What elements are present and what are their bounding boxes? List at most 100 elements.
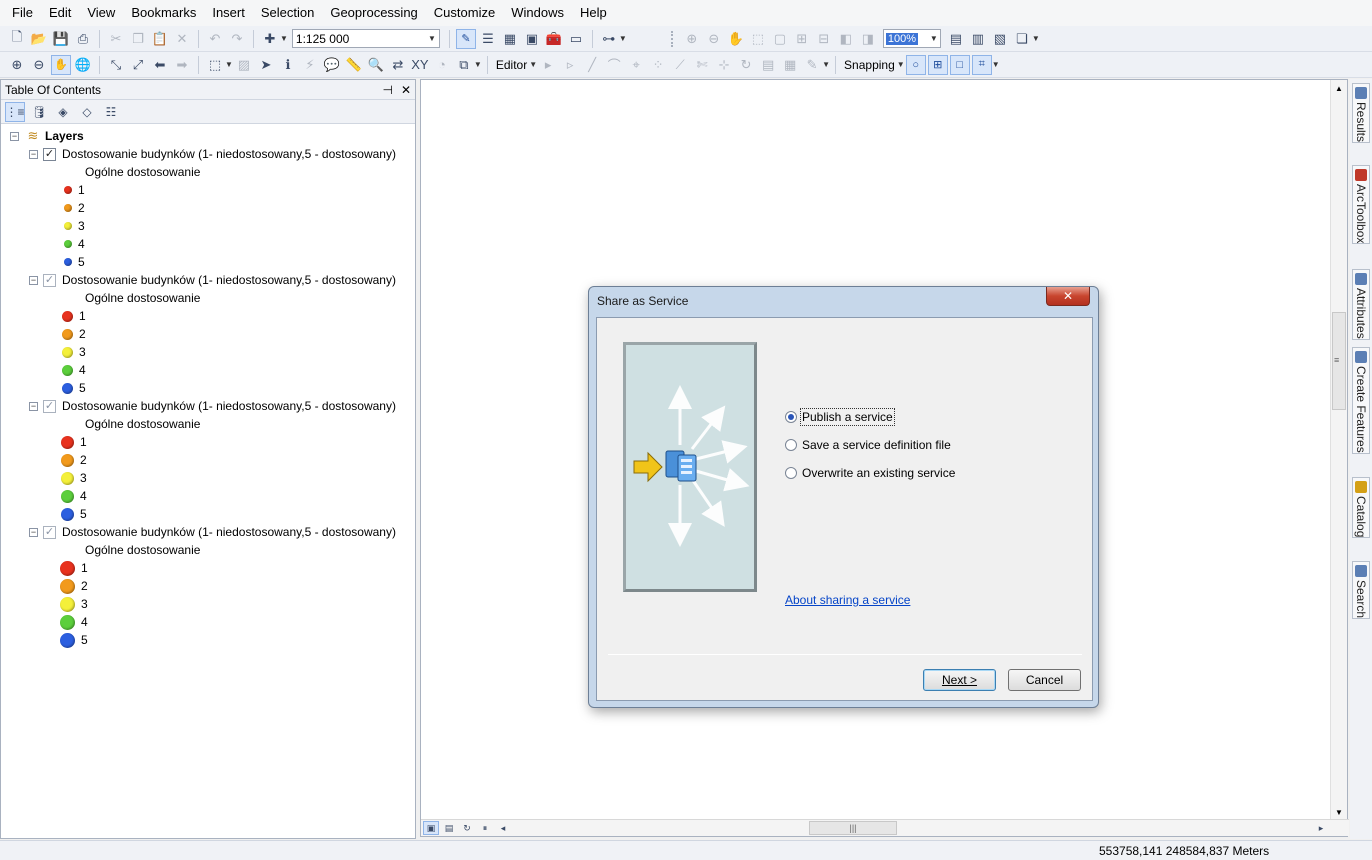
legend-class-item[interactable]: 2 bbox=[60, 577, 88, 595]
layer-visibility-checkbox[interactable]: ✓ bbox=[43, 147, 56, 161]
print-icon[interactable]: ⎙ bbox=[73, 29, 93, 49]
full-extent-icon[interactable]: 🌐 bbox=[73, 55, 93, 75]
reshape-feature-icon[interactable]: ⟋ bbox=[670, 55, 690, 75]
zoom-in-icon[interactable]: ⊕ bbox=[7, 55, 27, 75]
change-layout-icon[interactable]: ▧ bbox=[990, 29, 1010, 49]
attributes-icon[interactable]: ▤ bbox=[758, 55, 778, 75]
map-vertical-scrollbar[interactable]: ▲ ≡ ▼ bbox=[1330, 80, 1347, 820]
scroll-left-icon[interactable]: ◂ bbox=[495, 821, 511, 835]
toggle-draft-mode-icon[interactable]: ▤ bbox=[946, 29, 966, 49]
layer-row[interactable]: − ✓ Dostosowanie budynków (1- niedostosowa… bbox=[29, 145, 396, 163]
collapse-icon[interactable]: − bbox=[29, 275, 38, 285]
point-tool-icon[interactable]: ⌖ bbox=[626, 55, 646, 75]
menu-file[interactable]: File bbox=[4, 0, 41, 26]
cut-polygons-icon[interactable]: ✄ bbox=[692, 55, 712, 75]
menu-selection[interactable]: Selection bbox=[253, 0, 322, 26]
sketch-properties-icon[interactable]: ▦ bbox=[780, 55, 800, 75]
edit-annotation-icon[interactable]: ▹ bbox=[560, 55, 580, 75]
legend-class-item[interactable]: 2 bbox=[64, 199, 85, 217]
layer-visibility-checkbox[interactable]: ✓ bbox=[43, 273, 56, 287]
data-driven-pages-icon[interactable]: ❏ bbox=[1012, 29, 1032, 49]
legend-class-item[interactable]: 4 bbox=[62, 361, 86, 379]
option-publish-service[interactable]: Publish a service bbox=[785, 408, 895, 426]
scroll-right-icon[interactable]: ▸ bbox=[1313, 821, 1329, 835]
collapse-icon[interactable]: − bbox=[10, 131, 19, 141]
html-popup-icon[interactable]: 💬 bbox=[322, 55, 342, 75]
toolbar-overflow-icon[interactable]: ▼ bbox=[822, 60, 830, 69]
legend-class-item[interactable]: 4 bbox=[60, 613, 88, 631]
collapse-icon[interactable]: − bbox=[29, 149, 38, 159]
snapping-menu[interactable]: Snapping bbox=[841, 58, 898, 72]
option-save-definition-file[interactable]: Save a service definition file bbox=[785, 438, 951, 452]
undo-icon[interactable]: ↶ bbox=[205, 29, 225, 49]
arctoolbox-icon[interactable]: 🧰 bbox=[544, 29, 564, 49]
clear-selection-icon[interactable]: ▨ bbox=[234, 55, 254, 75]
cut-icon[interactable]: ✂ bbox=[106, 29, 126, 49]
list-by-visibility-icon[interactable]: ◈ bbox=[53, 102, 73, 122]
option-overwrite-service[interactable]: Overwrite an existing service bbox=[785, 466, 955, 480]
legend-class-item[interactable]: 3 bbox=[60, 595, 88, 613]
legend-class-item[interactable]: 5 bbox=[62, 379, 86, 397]
paste-icon[interactable]: 📋 bbox=[150, 29, 170, 49]
toolbar-overflow-icon[interactable]: ▼ bbox=[1032, 34, 1040, 43]
search-window-icon[interactable]: ▣ bbox=[522, 29, 542, 49]
legend-class-item[interactable]: 3 bbox=[64, 217, 85, 235]
scrollbar-thumb[interactable]: ||| bbox=[809, 821, 897, 835]
python-window-icon[interactable]: ▭ bbox=[566, 29, 586, 49]
add-data-dropdown-icon[interactable]: ▼ bbox=[280, 34, 288, 43]
cancel-button[interactable]: Cancel bbox=[1008, 669, 1081, 691]
layer-row[interactable]: − ✓ Dostosowanie budynków (1- niedostosowa… bbox=[29, 271, 396, 289]
identify-icon[interactable]: ℹ bbox=[278, 55, 298, 75]
find-route-icon[interactable]: ⇄ bbox=[388, 55, 408, 75]
zoom-100-percent-icon[interactable]: ▢ bbox=[770, 29, 790, 49]
scroll-up-icon[interactable]: ▲ bbox=[1335, 84, 1343, 93]
radio-overwrite-service[interactable] bbox=[785, 467, 797, 479]
find-icon[interactable]: 🔍 bbox=[366, 55, 386, 75]
collapse-icon[interactable]: − bbox=[29, 401, 38, 411]
map-scale-combobox[interactable]: 1:125 000 ▼ bbox=[291, 29, 440, 48]
layer-visibility-checkbox[interactable]: ✓ bbox=[43, 525, 56, 539]
create-viewer-window-icon[interactable]: ⧉ bbox=[454, 55, 474, 75]
layout-view-icon[interactable]: ▤ bbox=[441, 821, 457, 835]
toolbar-overflow-icon[interactable]: ▼ bbox=[474, 60, 482, 69]
legend-class-item[interactable]: 1 bbox=[61, 433, 87, 451]
straight-segment-icon[interactable]: ╱ bbox=[582, 55, 602, 75]
next-button[interactable]: Next > bbox=[923, 669, 996, 691]
layout-pan-icon[interactable]: ✋ bbox=[726, 29, 746, 49]
select-elements-icon[interactable]: ➤ bbox=[256, 55, 276, 75]
save-icon[interactable]: 💾 bbox=[51, 29, 71, 49]
go-to-xy-icon[interactable]: XY bbox=[410, 55, 430, 75]
tree-root-layers[interactable]: − ≋ Layers bbox=[10, 127, 84, 145]
legend-class-item[interactable]: 5 bbox=[61, 505, 87, 523]
toolbar-overflow-icon[interactable]: ▼ bbox=[992, 60, 1000, 69]
legend-class-item[interactable]: 1 bbox=[64, 181, 85, 199]
table-of-contents-icon[interactable]: ☰ bbox=[478, 29, 498, 49]
zoom-whole-page-icon[interactable]: ⬚ bbox=[748, 29, 768, 49]
legend-class-item[interactable]: 5 bbox=[60, 631, 88, 649]
curve-segment-icon[interactable]: ⌒ bbox=[604, 55, 624, 75]
editor-dropdown-icon[interactable]: ▼ bbox=[529, 60, 537, 69]
menu-geoprocessing[interactable]: Geoprocessing bbox=[322, 0, 425, 26]
menu-bookmarks[interactable]: Bookmarks bbox=[123, 0, 204, 26]
edit-tool-icon[interactable]: ▸ bbox=[538, 55, 558, 75]
fixed-zoom-out-icon[interactable]: ⊟ bbox=[814, 29, 834, 49]
open-folder-icon[interactable]: 📂 bbox=[29, 29, 49, 49]
vertex-snapping-icon[interactable]: □ bbox=[949, 54, 970, 75]
legend-class-item[interactable]: 1 bbox=[60, 559, 88, 577]
collapse-icon[interactable]: − bbox=[29, 527, 38, 537]
fixed-zoom-in-icon[interactable]: ⊞ bbox=[792, 29, 812, 49]
legend-class-item[interactable]: 4 bbox=[64, 235, 85, 253]
layout-zoom-combobox[interactable]: 100% ▼ bbox=[882, 29, 941, 48]
pin-icon[interactable]: ⊣ bbox=[382, 83, 392, 97]
list-by-selection-icon[interactable]: ◇ bbox=[77, 102, 97, 122]
fixed-zoom-out-icon[interactable]: ⤢ bbox=[128, 55, 148, 75]
delete-icon[interactable]: ✕ bbox=[172, 29, 192, 49]
add-data-icon[interactable]: ✚ bbox=[260, 29, 280, 49]
legend-class-item[interactable]: 3 bbox=[61, 469, 87, 487]
legend-class-item[interactable]: 5 bbox=[64, 253, 85, 271]
menu-help[interactable]: Help bbox=[572, 0, 615, 26]
dialog-close-button[interactable]: ✕ bbox=[1046, 287, 1090, 306]
legend-class-item[interactable]: 2 bbox=[61, 451, 87, 469]
layout-zoom-out-icon[interactable]: ⊖ bbox=[704, 29, 724, 49]
measure-icon[interactable]: 📏 bbox=[344, 55, 364, 75]
